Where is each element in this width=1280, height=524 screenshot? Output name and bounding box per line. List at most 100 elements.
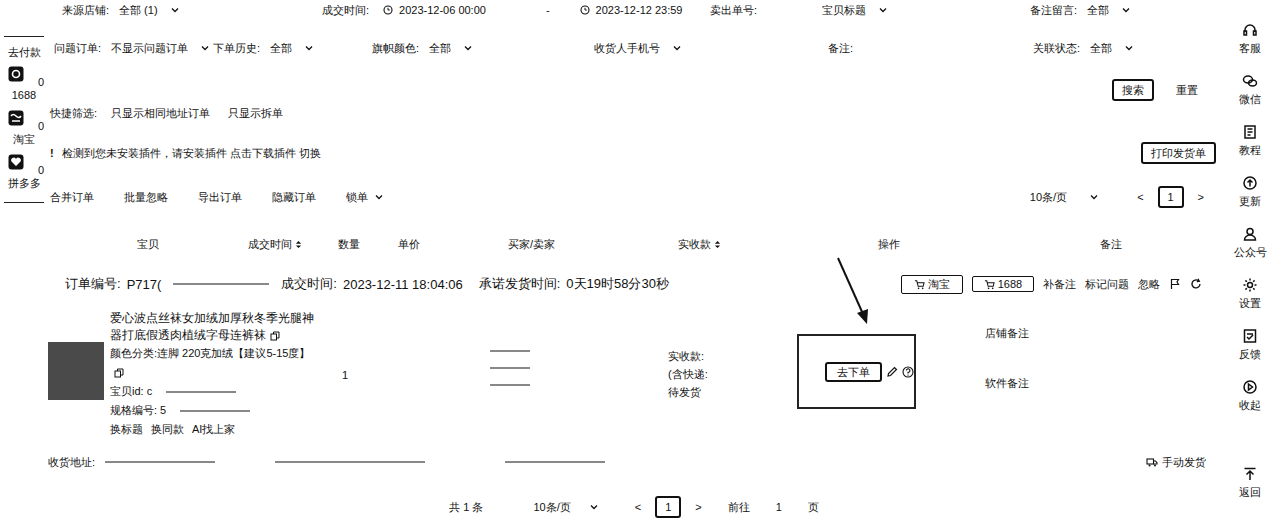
print-button[interactable]: 打印发货单	[1141, 142, 1216, 164]
sidebar-item[interactable]: 反馈	[1239, 328, 1261, 379]
product-link[interactable]: 换标题	[110, 420, 143, 439]
question-icon[interactable]	[902, 366, 914, 378]
chevron-down-icon[interactable]	[589, 502, 599, 512]
column-header[interactable]: 实收款	[678, 237, 828, 252]
chevron-down-icon[interactable]	[170, 5, 180, 15]
lock-dropdown[interactable]: 锁单	[346, 190, 384, 205]
filter-field[interactable]: 问题订单:不显示问题订单	[54, 41, 213, 56]
platform-button[interactable]: 淘宝	[901, 275, 963, 294]
sidebar-item[interactable]: 更新	[1239, 175, 1261, 226]
product-image[interactable]	[48, 342, 104, 400]
sort-icon[interactable]	[714, 240, 721, 249]
chevron-down-icon[interactable]	[1089, 192, 1099, 202]
filter-field[interactable]: 下单历史:全部	[213, 41, 372, 56]
copy-icon[interactable]	[114, 368, 124, 378]
filter-field[interactable]: 备注留言:全部	[1030, 3, 1220, 18]
filter-field[interactable]: 关联状态:全部	[1033, 41, 1220, 56]
platform-item[interactable]: 01688	[0, 66, 48, 102]
filter-value[interactable]: 全部	[429, 41, 451, 56]
sidebar-item[interactable]: 客服	[1239, 22, 1261, 73]
text-input[interactable]	[763, 4, 793, 16]
pending-payment-link[interactable]: 去付款	[8, 45, 41, 59]
toolbar-action[interactable]: 隐藏订单	[272, 190, 316, 205]
manual-ship-button[interactable]: 手动发货	[1146, 455, 1206, 470]
flag-icon[interactable]	[1169, 278, 1181, 290]
pinduoduo-logo-icon[interactable]	[8, 154, 24, 170]
place-order-button[interactable]: 去下单	[825, 362, 882, 382]
platform-item[interactable]: 0拼多多	[0, 154, 48, 190]
search-button[interactable]: 搜索	[1112, 79, 1154, 101]
chevron-down-icon[interactable]	[463, 43, 473, 53]
filter-value[interactable]: 全部 (1)	[119, 3, 158, 18]
sidebar-label: 反馈	[1239, 348, 1261, 361]
remark-field[interactable]: 店铺备注	[985, 325, 1220, 341]
filter-field[interactable]: 收货人手机号	[590, 41, 828, 56]
taobao-logo-icon[interactable]	[8, 110, 24, 126]
platform-item[interactable]: 0淘宝	[0, 110, 48, 146]
notice-text[interactable]: 检测到您未安装插件，请安装插件 点击下载插件 切换	[62, 146, 321, 161]
product-title[interactable]: 爱心波点丝袜女加绒加厚秋冬季光腿神器打底假透肉植绒字母连裤袜	[110, 310, 320, 344]
goto-input[interactable]: 1	[776, 501, 782, 513]
order-number[interactable]: P717(	[127, 277, 162, 292]
order-action[interactable]: 忽略	[1138, 277, 1160, 292]
sidebar-item[interactable]: 教程	[1239, 124, 1261, 175]
filter-value[interactable]: 全部	[1087, 3, 1109, 18]
filter-field[interactable]: 旗帜颜色:全部	[372, 41, 590, 56]
filter-field[interactable]: 备注:	[828, 41, 1033, 56]
filter-field[interactable]: 成交时间:2023-12-06 00:00-2023-12-12 23:59	[322, 3, 710, 18]
sidebar-item[interactable]: 收起	[1239, 379, 1261, 430]
order-action[interactable]: 标记问题	[1085, 277, 1129, 292]
sidebar-item[interactable]: 微信	[1239, 73, 1261, 124]
reset-button[interactable]: 重置	[1176, 83, 1198, 98]
text-input[interactable]	[859, 42, 889, 54]
chevron-down-icon[interactable]	[200, 43, 210, 53]
date-start[interactable]: 2023-12-06 00:00	[399, 4, 486, 16]
page-size-select[interactable]: 10条/页	[533, 500, 570, 515]
sidebar-label: 公众号	[1234, 246, 1267, 259]
filter-value[interactable]: 宝贝标题	[822, 3, 866, 18]
refresh-icon[interactable]	[1190, 278, 1202, 290]
remark-field[interactable]: 软件备注	[985, 375, 1220, 391]
product-link[interactable]: AI找上家	[192, 420, 235, 439]
platform-icon-row: 0	[0, 66, 48, 88]
toolbar-action[interactable]: 批量忽略	[124, 190, 168, 205]
chevron-down-icon[interactable]	[1124, 43, 1134, 53]
sidebar-item[interactable]: 公众号	[1234, 226, 1267, 277]
prev-page-button[interactable]: <	[629, 501, 647, 513]
sidebar-item[interactable]: 返回	[1239, 466, 1261, 500]
chevron-down-icon[interactable]	[672, 43, 682, 53]
filter-value[interactable]: 全部	[1090, 41, 1112, 56]
column-header[interactable]: 成交时间	[248, 237, 338, 252]
next-page-button[interactable]: >	[689, 501, 707, 513]
copy-icon[interactable]	[270, 331, 280, 341]
page-button[interactable]: 1	[655, 496, 681, 518]
filter-value[interactable]: 全部	[270, 41, 292, 56]
chevron-down-icon[interactable]	[878, 5, 888, 15]
next-page-button[interactable]: >	[1192, 191, 1210, 203]
pencil-icon[interactable]	[886, 366, 898, 378]
filter-field[interactable]: 卖出单号:	[710, 3, 818, 18]
filter-value[interactable]: 不显示问题订单	[111, 41, 188, 56]
order-action[interactable]: 补备注	[1043, 277, 1076, 292]
quick-filter-option[interactable]: 只显示相同地址订单	[111, 106, 210, 121]
page-button[interactable]: 1	[1158, 186, 1184, 208]
page-size-select[interactable]: 10条/页	[1030, 190, 1067, 205]
date-end[interactable]: 2023-12-12 23:59	[596, 4, 683, 16]
platform-button[interactable]: 1688	[972, 276, 1034, 292]
filter-field[interactable]: 宝贝标题	[818, 3, 1030, 18]
filter-value[interactable]: 收货人手机号	[594, 41, 660, 56]
chevron-down-icon[interactable]	[304, 43, 314, 53]
chevron-down-icon[interactable]	[1121, 5, 1131, 15]
toolbar-action[interactable]: 合并订单	[50, 190, 94, 205]
promise-time: 0天19时58分30秒	[566, 275, 669, 293]
sort-icon[interactable]	[295, 240, 302, 249]
main-panel: 来源店铺:全部 (1)成交时间:2023-12-06 00:00-2023-12…	[48, 0, 1220, 524]
sidebar-item[interactable]: 设置	[1239, 277, 1261, 328]
alibaba-logo-icon[interactable]	[8, 66, 24, 82]
toolbar-action[interactable]: 导出订单	[198, 190, 242, 205]
quick-filter: 快捷筛选:只显示相同地址订单只显示拆单	[48, 104, 1220, 122]
filter-field[interactable]: 来源店铺:全部 (1)	[62, 3, 322, 18]
quick-filter-option[interactable]: 只显示拆单	[228, 106, 283, 121]
prev-page-button[interactable]: <	[1131, 191, 1149, 203]
product-link[interactable]: 换同款	[151, 420, 184, 439]
